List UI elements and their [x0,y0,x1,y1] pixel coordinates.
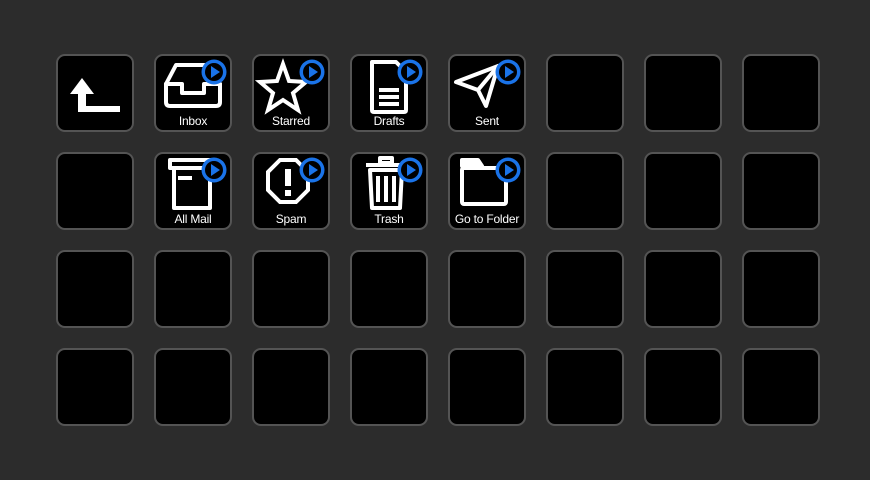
all-mail-key[interactable]: All Mail [154,152,232,230]
empty-key[interactable] [644,348,722,426]
empty-key[interactable] [546,250,624,328]
empty-key[interactable] [448,250,526,328]
empty-key[interactable] [742,54,820,132]
go-to-folder-key[interactable]: Go to Folder [448,152,526,230]
key-label: Starred [272,114,310,128]
play-badge-icon [495,157,521,183]
spam-key[interactable]: Spam [252,152,330,230]
empty-key[interactable] [644,250,722,328]
back-arrow-icon [58,56,132,130]
empty-key[interactable] [154,250,232,328]
empty-key[interactable] [252,250,330,328]
play-badge-icon [397,59,423,85]
empty-key[interactable] [56,152,134,230]
empty-key[interactable] [350,250,428,328]
empty-key[interactable] [546,348,624,426]
stream-deck-grid: Inbox Starred Drafts Sent All Mail Spam … [56,54,820,426]
empty-key[interactable] [546,54,624,132]
empty-key[interactable] [644,54,722,132]
empty-key[interactable] [350,348,428,426]
inbox-key[interactable]: Inbox [154,54,232,132]
sent-key[interactable]: Sent [448,54,526,132]
empty-key[interactable] [56,348,134,426]
play-badge-icon [495,59,521,85]
empty-key[interactable] [644,152,722,230]
empty-key[interactable] [252,348,330,426]
key-label: Sent [475,114,499,128]
trash-key[interactable]: Trash [350,152,428,230]
key-label: Go to Folder [454,212,520,226]
back-key[interactable] [56,54,134,132]
empty-key[interactable] [742,348,820,426]
play-badge-icon [201,59,227,85]
key-label: All Mail [174,212,212,226]
empty-key[interactable] [742,152,820,230]
drafts-key[interactable]: Drafts [350,54,428,132]
key-label: Spam [275,212,307,226]
play-badge-icon [397,157,423,183]
starred-key[interactable]: Starred [252,54,330,132]
play-badge-icon [299,157,325,183]
empty-key[interactable] [448,348,526,426]
key-label: Trash [374,212,404,226]
empty-key[interactable] [154,348,232,426]
empty-key[interactable] [56,250,134,328]
empty-key[interactable] [742,250,820,328]
play-badge-icon [299,59,325,85]
key-label: Inbox [178,114,208,128]
empty-key[interactable] [546,152,624,230]
key-label: Drafts [373,114,405,128]
play-badge-icon [201,157,227,183]
